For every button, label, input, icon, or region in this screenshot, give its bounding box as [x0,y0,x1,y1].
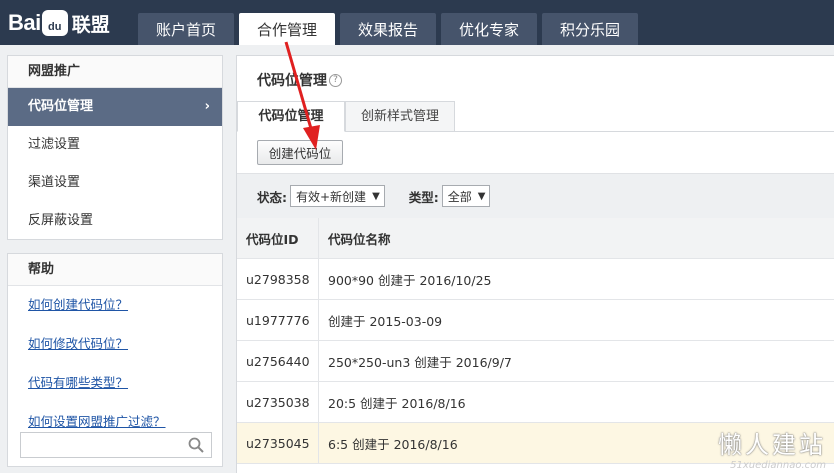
search-icon[interactable] [187,436,205,454]
tab-innovative-style-management[interactable]: 创新样式管理 [345,101,455,132]
logo-text-bai: Bai [8,10,41,35]
table-row[interactable]: u2735038 20:5 创建于 2016/8/16 [237,382,834,423]
create-code-position-button[interactable]: 创建代码位 [257,140,343,165]
baidu-union-logo[interactable]: Bai du 联盟 [8,6,110,40]
watermark-cn: 懒人建站 [718,431,826,459]
watermark-en: 51xuediannao.com [730,460,826,471]
filter-bar: 状态: 有效+新创建 ▼ 类型: 全部 ▼ [237,173,834,218]
help-link-code-types[interactable]: 代码有哪些类型？ [8,364,222,403]
tab-code-position-management[interactable]: 代码位管理 [237,101,345,132]
table-cell-name: 创建于 2015-03-09 [328,313,443,329]
table-row[interactable]: u2756440 250*250-un3 创建于 2016/9/7 [237,341,834,382]
type-select[interactable]: 全部 ▼ [441,185,491,207]
main-nav-tabs: 账户首页 合作管理 效果报告 优化专家 积分乐园 [138,13,643,45]
status-select-value: 有效+新创建 [296,189,367,204]
logo-text-union: 联盟 [71,13,110,36]
main-content-panel: 代码位管理 ? 代码位管理 创新样式管理 创建代码位 状态: 有效+新创建 ▼ … [236,55,834,473]
table-cell-id: u2756440 [237,341,319,381]
table-row[interactable]: u1977776 创建于 2015-03-09 [237,300,834,341]
sidebar-menu: 网盟推广 代码位管理 › 过滤设置 渠道设置 反屏蔽设置 [7,55,223,240]
nav-tab-cooperation-management[interactable]: 合作管理 [239,13,335,45]
help-link-modify-code-position[interactable]: 如何修改代码位？ [8,325,222,364]
sidebar-item-label: 代码位管理 [28,99,94,114]
paw-icon: du [41,10,68,36]
type-filter-label: 类型: [408,189,439,205]
table-cell-name: 250*250-un3 创建于 2016/9/7 [328,354,512,370]
page-title: 代码位管理 ? [257,70,342,90]
help-search-box [20,432,212,458]
top-navigation-bar: Bai du 联盟 账户首页 合作管理 效果报告 优化专家 积分乐园 [0,0,834,45]
caret-down-icon: ▼ [477,190,486,202]
sidebar-title: 网盟推广 [8,56,222,88]
nav-tab-account-home[interactable]: 账户首页 [138,13,234,45]
status-filter-label: 状态: [257,189,287,205]
status-select[interactable]: 有效+新创建 ▼ [290,185,385,207]
column-header-name[interactable]: 代码位名称 [319,218,391,258]
nav-tab-points-park[interactable]: 积分乐园 [542,13,638,45]
table-cell-id: u2798358 [237,259,319,299]
chevron-right-icon: › [204,99,210,114]
sidebar-item-anti-block-settings[interactable]: 反屏蔽设置 [8,202,222,240]
help-search-input[interactable] [21,433,181,457]
sub-tabs: 代码位管理 创新样式管理 [237,101,834,132]
help-panel: 帮助 如何创建代码位？ 如何修改代码位？ 代码有哪些类型？ 如何设置网盟推广过滤… [7,253,223,467]
nav-tab-optimization-expert[interactable]: 优化专家 [441,13,537,45]
sidebar-item-filter-settings[interactable]: 过滤设置 [8,126,222,164]
help-link-create-code-position[interactable]: 如何创建代码位？ [8,286,222,325]
table-cell-name: 6:5 创建于 2016/8/16 [328,436,458,452]
table-cell-name: 20:5 创建于 2016/8/16 [328,395,466,411]
table-cell-id: u2735045 [237,423,319,463]
table-header-row: 代码位ID 代码位名称 [237,218,834,259]
type-select-value: 全部 [447,189,472,204]
logo-text-du: du [48,21,62,33]
table-cell-name: 900*90 创建于 2016/10/25 [328,272,492,288]
table-cell-id: u1977776 [237,300,319,340]
caret-down-icon: ▼ [372,190,380,202]
sidebar-item-channel-settings[interactable]: 渠道设置 [8,164,222,202]
table-row[interactable]: u2798358 900*90 创建于 2016/10/25 [237,259,834,300]
help-question-icon[interactable]: ? [329,73,342,87]
sidebar-item-code-position-management[interactable]: 代码位管理 › [8,88,222,126]
help-title: 帮助 [8,254,222,286]
page-title-text: 代码位管理 [257,73,327,89]
column-header-id[interactable]: 代码位ID [237,218,319,258]
site-watermark: 懒人建站 51xuediannao.com [718,425,826,471]
nav-tab-effect-report[interactable]: 效果报告 [340,13,436,45]
table-cell-id: u2735038 [237,382,319,422]
